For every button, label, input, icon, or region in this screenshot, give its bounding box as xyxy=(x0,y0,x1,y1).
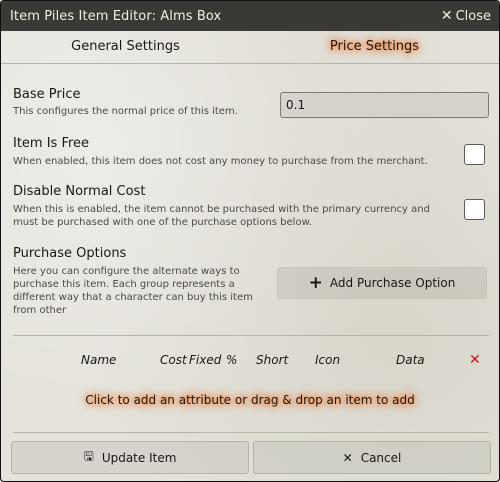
footer-divider xyxy=(13,432,489,433)
plus-icon: + xyxy=(308,272,323,293)
item-is-free-section: Item Is Free When enabled, this item doe… xyxy=(13,136,453,168)
cancel-button[interactable]: ✕ Cancel xyxy=(253,441,491,474)
close-button[interactable]: ✕ Close xyxy=(441,8,491,24)
close-label: Close xyxy=(455,8,491,24)
purchase-options-label: Purchase Options xyxy=(13,246,127,261)
item-is-free-label: Item Is Free xyxy=(13,136,90,151)
window-titlebar[interactable]: Item Piles Item Editor: Alms Box ✕ Close xyxy=(1,1,499,31)
empty-table-message[interactable]: Click to add an attribute or drag & drop… xyxy=(1,393,499,407)
window-title: Item Piles Item Editor: Alms Box xyxy=(10,8,222,24)
item-is-free-hint: When enabled, this item does not cost an… xyxy=(13,156,428,167)
purchase-options-section: Purchase Options Here you can configure … xyxy=(13,246,263,317)
divider xyxy=(13,335,489,336)
settings-tabs: General Settings Price Settings xyxy=(1,31,499,64)
disable-normal-cost-checkbox[interactable] xyxy=(464,199,485,220)
update-item-button[interactable]: 🖫 Update Item xyxy=(11,441,249,474)
cancel-label: Cancel xyxy=(360,450,402,465)
column-fixed: Fixed xyxy=(189,353,222,367)
column-data: Data xyxy=(396,353,425,367)
purchase-options-table-header: Name Cost Fixed % Short Icon Data ✕ xyxy=(13,352,489,371)
column-cost: Cost xyxy=(160,353,187,367)
column-percent: % xyxy=(226,353,238,367)
disable-normal-cost-section: Disable Normal Cost When this is enabled… xyxy=(13,184,443,229)
item-editor-window: Item Piles Item Editor: Alms Box ✕ Close… xyxy=(0,0,500,482)
add-purchase-option-button[interactable]: + Add Purchase Option xyxy=(277,267,487,299)
close-icon: ✕ xyxy=(342,450,353,465)
delete-x-icon[interactable]: ✕ xyxy=(469,352,481,368)
column-icon: Icon xyxy=(315,353,341,367)
column-short: Short xyxy=(256,353,289,367)
add-purchase-option-label: Add Purchase Option xyxy=(329,276,456,290)
purchase-options-hint: Here you can configure the alternate way… xyxy=(13,266,253,316)
tab-price-settings[interactable]: Price Settings xyxy=(250,31,499,63)
tab-general-settings[interactable]: General Settings xyxy=(1,31,250,63)
disable-normal-cost-label: Disable Normal Cost xyxy=(13,184,146,199)
update-item-label: Update Item xyxy=(101,450,177,465)
disable-normal-cost-hint: When this is enabled, the item cannot be… xyxy=(13,204,430,228)
close-icon: ✕ xyxy=(440,8,453,24)
base-price-input[interactable] xyxy=(280,92,489,118)
item-is-free-checkbox[interactable] xyxy=(464,144,485,165)
column-name: Name xyxy=(81,353,117,367)
save-icon: 🖫 xyxy=(83,449,94,463)
